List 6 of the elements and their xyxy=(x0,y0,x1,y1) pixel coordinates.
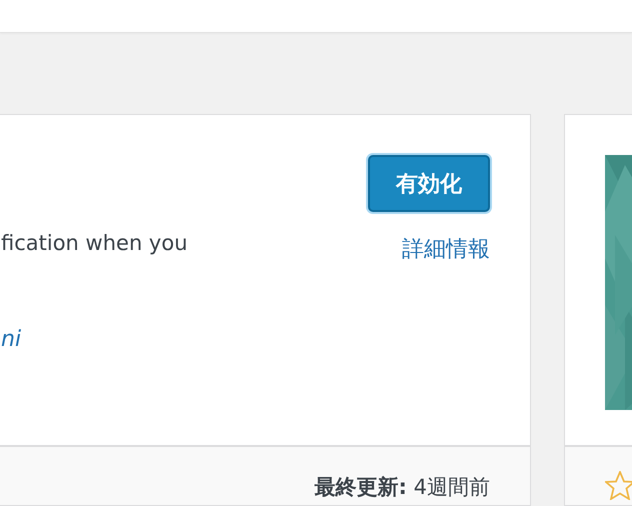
activate-button[interactable]: 有効化 xyxy=(368,155,490,212)
star-icon xyxy=(605,471,632,500)
plugin-description: fication when you xyxy=(1,231,189,255)
last-updated: 最終更新: 4週間前 xyxy=(314,474,490,501)
details-link[interactable]: 詳細情報 xyxy=(402,234,490,264)
author-link[interactable]: ni xyxy=(1,327,22,352)
